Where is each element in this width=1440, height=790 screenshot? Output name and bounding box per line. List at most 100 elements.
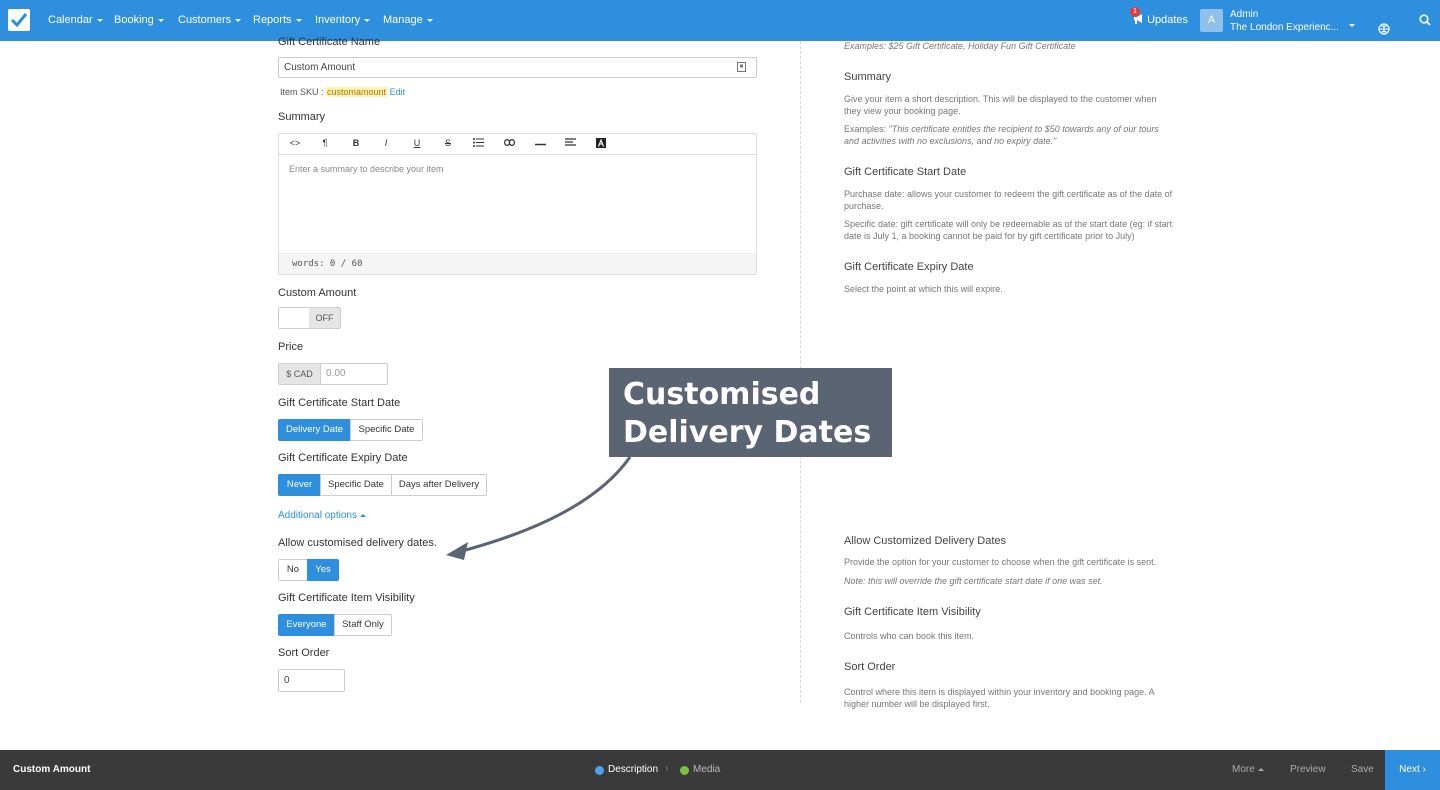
callout-box: Customised Delivery Dates xyxy=(609,368,892,457)
nav-manage-label: Manage xyxy=(383,14,423,26)
step-description[interactable]: Description xyxy=(608,764,658,775)
delivery-dates-no-button[interactable]: No xyxy=(278,559,308,581)
next-button[interactable]: Next › xyxy=(1385,750,1440,790)
sort-order-label: Sort Order xyxy=(278,647,330,659)
help-summary-text: Give your item a short description. This… xyxy=(844,94,1157,116)
visibility-staff-only-button[interactable]: Staff Only xyxy=(334,614,392,636)
save-button[interactable]: Save xyxy=(1351,764,1374,775)
price-placeholder: 0.00 xyxy=(326,368,346,379)
delivery-dates-yes-button[interactable]: Yes xyxy=(307,559,339,581)
examples-quote: "This certificate entitles the recipient… xyxy=(844,124,1159,146)
chevron-down-icon xyxy=(364,18,371,22)
text-color-icon[interactable] xyxy=(594,138,608,150)
help-visibility-text: Controls who can book this item. xyxy=(844,631,975,641)
summary-label: Summary xyxy=(278,111,326,123)
help-sort-text: Control where this item is displayed wit… xyxy=(844,687,1155,709)
contact-card-icon xyxy=(737,62,746,72)
price-label: Price xyxy=(278,341,304,353)
globe-icon[interactable] xyxy=(1378,23,1390,35)
horizontal-rule-icon[interactable] xyxy=(533,138,547,148)
chevron-down-icon[interactable] xyxy=(1345,19,1355,31)
underline-icon[interactable]: U xyxy=(410,138,424,148)
help-start-text-1: Purchase date: allows your customer to r… xyxy=(844,189,1173,211)
start-delivery-date-button[interactable]: Delivery Date xyxy=(278,419,351,441)
help-summary-examples: Examples: "This certificate entitles the… xyxy=(844,123,1174,147)
preview-button[interactable]: Preview xyxy=(1290,764,1326,775)
callout-line-2: Delivery Dates xyxy=(623,415,872,450)
nav-calendar[interactable]: Calendar xyxy=(48,14,103,26)
callout-line-1: Customised xyxy=(623,377,821,412)
help-sort-title: Sort Order xyxy=(844,661,896,673)
step-active-dot-icon xyxy=(595,766,604,775)
sku-edit-link[interactable]: Edit xyxy=(390,87,406,97)
delivery-dates-label: Allow customised delivery dates. xyxy=(278,537,437,549)
footer-bar: Custom Amount Description › Media More P… xyxy=(0,750,1440,790)
callout-text: Customised Delivery Dates xyxy=(623,376,871,452)
chevron-down-icon xyxy=(426,18,433,22)
name-examples-text: Examples: $25 Gift Certificate, Holiday … xyxy=(844,41,1076,51)
nav-manage[interactable]: Manage xyxy=(383,14,433,26)
additional-options-link[interactable]: Additional options xyxy=(278,510,366,521)
help-expiry-text: Select the point at which this will expi… xyxy=(844,284,1003,294)
next-label: Next xyxy=(1399,764,1420,775)
paragraph-icon[interactable]: ¶ xyxy=(318,138,332,148)
custom-amount-toggle[interactable]: OFF xyxy=(278,307,341,329)
expiry-days-after-delivery-button[interactable]: Days after Delivery xyxy=(391,474,487,496)
chevron-up-icon xyxy=(1257,767,1264,771)
word-count: words: 0 / 60 xyxy=(279,253,756,274)
more-button[interactable]: More xyxy=(1232,764,1264,775)
app-logo-icon[interactable] xyxy=(8,9,30,31)
additional-options-label: Additional options xyxy=(278,510,357,521)
bold-icon[interactable]: B xyxy=(349,138,363,148)
updates-button[interactable]: Updates xyxy=(1133,14,1188,26)
help-start-title: Gift Certificate Start Date xyxy=(844,166,967,178)
chevron-right-icon: › xyxy=(1422,764,1426,775)
chevron-right-icon: › xyxy=(665,763,669,774)
currency-addon: $ CAD xyxy=(278,363,321,385)
sort-order-value: 0 xyxy=(284,675,290,686)
org-name[interactable]: The London Experienc... xyxy=(1230,22,1339,33)
step-media[interactable]: Media xyxy=(693,764,720,775)
visibility-label: Gift Certificate Item Visibility xyxy=(278,592,415,604)
nav-booking[interactable]: Booking xyxy=(114,14,164,26)
visibility-everyone-button[interactable]: Everyone xyxy=(278,614,335,636)
help-delivery-note: Note: this will override the gift certif… xyxy=(844,576,1103,586)
item-sku: Item SKU : customamount Edit xyxy=(280,87,405,97)
avatar[interactable]: A xyxy=(1200,9,1223,32)
nav-inventory[interactable]: Inventory xyxy=(315,14,371,26)
list-icon[interactable] xyxy=(471,138,485,149)
link-icon[interactable] xyxy=(502,138,516,148)
help-delivery-title: Allow Customized Delivery Dates xyxy=(844,535,1006,547)
nav-booking-label: Booking xyxy=(114,14,154,26)
step-done-dot-icon xyxy=(680,766,689,775)
sku-value: customamount xyxy=(326,87,388,97)
strikethrough-icon[interactable]: S xyxy=(441,138,455,148)
expiry-never-button[interactable]: Never xyxy=(278,474,321,496)
help-delivery-text: Provide the option for your customer to … xyxy=(844,557,1157,567)
summary-placeholder[interactable]: Enter a summary to describe your item xyxy=(289,164,444,174)
search-icon[interactable] xyxy=(1419,14,1431,26)
italic-icon[interactable]: I xyxy=(379,138,393,148)
user-name[interactable]: Admin xyxy=(1230,9,1258,20)
help-visibility-title: Gift Certificate Item Visibility xyxy=(844,606,981,618)
code-view-icon[interactable]: <> xyxy=(288,138,302,148)
chevron-up-icon xyxy=(359,513,366,517)
editor-toolbar: <> ¶ B I U S xyxy=(279,134,756,155)
help-expiry-title: Gift Certificate Expiry Date xyxy=(844,261,974,273)
updates-count-badge: 1 xyxy=(1130,7,1140,17)
top-navbar: Calendar Booking Customers Reports Inven… xyxy=(0,0,1440,41)
price-input[interactable]: 0.00 xyxy=(320,363,388,385)
nav-reports[interactable]: Reports xyxy=(253,14,302,26)
start-specific-date-button[interactable]: Specific Date xyxy=(350,419,423,441)
gift-certificate-name-input[interactable]: Custom Amount xyxy=(278,57,757,78)
align-icon[interactable] xyxy=(563,138,577,148)
sort-order-input[interactable]: 0 xyxy=(278,669,345,692)
nav-inventory-label: Inventory xyxy=(315,14,361,26)
expiry-specific-date-button[interactable]: Specific Date xyxy=(320,474,392,496)
nav-customers[interactable]: Customers xyxy=(178,14,242,26)
summary-editor: <> ¶ B I U S Enter a summary to describe… xyxy=(278,133,757,275)
gift-certificate-name-label: Gift Certificate Name xyxy=(278,36,381,48)
start-date-label: Gift Certificate Start Date xyxy=(278,397,401,409)
sku-prefix: Item SKU : xyxy=(280,87,324,97)
gift-certificate-name-value: Custom Amount xyxy=(284,62,356,73)
